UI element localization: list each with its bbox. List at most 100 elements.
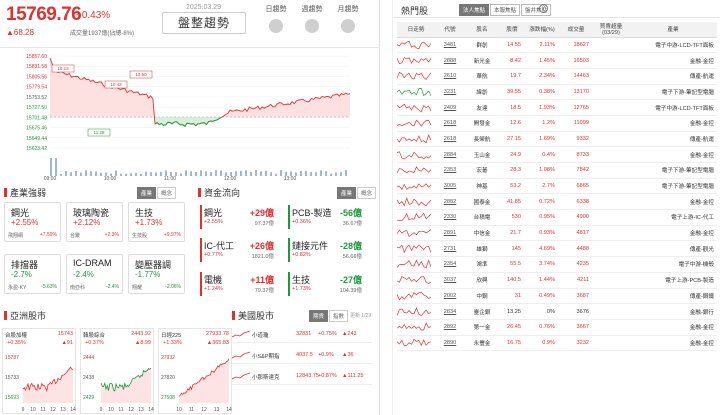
table-row[interactable]: 3481 群創 14.55 2.11% 18627 電子中游-LCD-TFT面板 [397, 37, 717, 54]
toggle-daily[interactable]: 日趨勢 [262, 4, 290, 33]
stock-name[interactable]: 中信金 [465, 225, 499, 242]
stock-code[interactable]: 3481 [435, 37, 465, 54]
column-header[interactable]: 日走勢 [397, 22, 435, 38]
column-header[interactable]: 成交量 [559, 22, 593, 38]
tab-institutional[interactable]: 法人焦點 [459, 4, 490, 16]
toggle-circle-icon[interactable] [305, 19, 319, 33]
column-header[interactable]: 買賣超量 (03/29) [593, 22, 629, 38]
table-row[interactable]: 2882 國泰金 41.85 0.72% 6338 金融-金控 [397, 193, 717, 211]
us-row[interactable]: 小道瓊 32831 +0.75% ▲243 [232, 326, 372, 343]
fund-card[interactable]: 生技 -27億 +1.73% 104.39億 [286, 272, 366, 303]
asia-chart[interactable]: 韓股綜合 2443.92 +0.37% ▲8.99 2444 2438 2429 9 10 11 1… [80, 328, 154, 414]
column-header[interactable]: 漲跌幅(%) [525, 22, 559, 38]
stock-name[interactable]: 欣興 [465, 272, 499, 289]
table-row[interactable]: 3005 神基 53.2 2.7% 6865 電子下游-筆記型電腦 [397, 178, 717, 195]
stock-name[interactable]: 國泰金 [465, 193, 499, 211]
stock-code[interactable]: 2731 [435, 240, 465, 258]
stock-name[interactable]: 開發金 [465, 115, 499, 132]
table-row[interactable]: 2618 開發金 12.6 1.2% 11099 金融-金控 [397, 115, 717, 132]
industry-tile[interactable]: 排擋器 -2.7% 永盈-KY -5.63% [4, 254, 61, 294]
help-icon[interactable]: ? [539, 4, 548, 13]
fund-card[interactable]: IC-代工 +26億 +0.77% 1821.0億 [198, 238, 278, 269]
table-row[interactable]: 2353 宏碁 28.3 1.08% 7842 電子下游-筆記型電腦 [397, 162, 717, 179]
stock-name[interactable]: 台積電 [465, 209, 499, 226]
stock-code[interactable]: 2892 [435, 319, 465, 336]
industry-tile[interactable]: 變壓器調 -1.77% 翔耀 -2.06% [128, 254, 185, 294]
stock-code[interactable]: 2834 [435, 303, 465, 320]
table-row[interactable]: 2409 友達 18.5 1.93% 12765 電子中游-LCD-TFT面板 [397, 99, 717, 116]
stock-name[interactable]: 第一金 [465, 319, 499, 336]
industry-tile[interactable]: 玻璃陶瓷 +2.12% 台聚 +2.3% [66, 202, 123, 242]
asia-chart[interactable]: 台股加權 15743 +0.35% ▲91 15787 15733 15693 9 10 11 12… [2, 328, 76, 414]
stock-name[interactable]: 鴻準 [465, 256, 499, 273]
fund-card[interactable]: 鋼光 +29億 +2.55% 97.37億 [198, 205, 278, 236]
industry-tile[interactable]: IC-DRAM -2.4% 南亞科 -2.4% [66, 254, 123, 294]
stock-name[interactable]: 中鋼 [465, 288, 499, 305]
industry-tile[interactable]: 鋼光 +2.55% 飛翔網 +7.59% [4, 202, 61, 242]
stock-code[interactable]: 2354 [435, 256, 465, 273]
us-row[interactable]: 小那斯達克 12843.75 +0.87% ▲111.25 [232, 368, 372, 385]
stock-name[interactable]: 友達 [465, 99, 499, 116]
table-row[interactable]: 2888 新光金 8.42 1.45% 16503 金融-金控 [397, 52, 717, 69]
table-row[interactable]: 2002 中鋼 31 0.49% 3687 傳產-鋼鐵 [397, 288, 717, 305]
table-row[interactable]: 3037 欣興 140.5 1.44% 4211 電子上游-PCB-製造 [397, 272, 717, 289]
stock-code[interactable]: 2884 [435, 146, 465, 163]
stock-code[interactable]: 2890 [435, 335, 465, 352]
stock-name[interactable]: 玉山金 [465, 146, 499, 163]
fund-card[interactable]: 鏈接元件 -28億 +0.82% 56.66億 [286, 238, 366, 269]
stock-code[interactable]: 2888 [435, 52, 465, 69]
tab-industry[interactable]: 產業 [337, 187, 357, 199]
tab-index[interactable]: 指數 [329, 310, 349, 322]
stock-name[interactable]: 群創 [465, 37, 499, 54]
column-header[interactable]: 股價 [499, 22, 525, 38]
table-row[interactable]: 2892 第一金 26.45 0.76% 3667 金融-金控 [397, 319, 717, 336]
stock-name[interactable]: 新光金 [465, 52, 499, 69]
fund-card[interactable]: 電機 +11億 +1.24% 79.37億 [198, 272, 278, 303]
tab-concept[interactable]: 概念 [357, 187, 377, 199]
table-row[interactable]: 2610 華航 19.7 2.34% 14463 傳產-航運 [397, 68, 717, 85]
stock-name[interactable]: 緯創 [465, 84, 499, 101]
stock-code[interactable]: 2330 [435, 209, 465, 226]
stock-code[interactable]: 2409 [435, 99, 465, 116]
us-row[interactable]: 小S&P期指 4037.5 +0.9% ▲36 [232, 347, 372, 364]
column-header[interactable]: 股名 [465, 22, 499, 38]
stock-code[interactable]: 3037 [435, 272, 465, 289]
toggle-circle-icon[interactable] [341, 19, 355, 33]
tab-industry[interactable]: 產業 [137, 187, 157, 199]
toggle-circle-icon[interactable] [269, 19, 283, 33]
tab-news[interactable]: 本報焦點 [490, 4, 521, 16]
asia-chart[interactable]: 日經225 27933.78 +1.33% ▲365.83 27932 27820 2750… [158, 328, 232, 414]
tab-concept[interactable]: 概念 [157, 187, 177, 199]
stock-name[interactable]: 雄獅 [465, 240, 499, 258]
stock-code[interactable]: 2610 [435, 68, 465, 85]
toggle-monthly[interactable]: 月趨勢 [334, 4, 362, 33]
table-row[interactable]: 2330 台積電 530 0.95% 4900 電子上游-IC-代工 [397, 209, 717, 226]
tab-futures[interactable]: 期貨 [309, 310, 329, 322]
stock-code[interactable]: 2353 [435, 162, 465, 179]
industry-tile[interactable]: 生技 +1.73% 生技股 +9.97% [128, 202, 185, 242]
table-row[interactable]: 2890 永豐金 16.75 0.9% 3232 金融-金控 [397, 335, 717, 352]
stock-code[interactable]: 2882 [435, 193, 465, 211]
table-row[interactable]: 2834 臺企銀 13.25 0% 3676 金融-銀行 [397, 303, 717, 320]
stock-code[interactable]: 2891 [435, 225, 465, 242]
table-row[interactable]: 3231 緯創 39.55 0.38% 13170 電子下游-筆記型電腦 [397, 84, 717, 101]
stock-code[interactable]: 2618 [435, 131, 465, 148]
column-header[interactable]: 產業 [629, 22, 717, 38]
stock-name[interactable]: 永豐金 [465, 335, 499, 352]
table-row[interactable]: 2731 雄獅 145 4.69% 4488 傳產-觀光 [397, 240, 717, 258]
toggle-weekly[interactable]: 週趨勢 [298, 4, 326, 33]
table-row[interactable]: 2618 長榮航 27.15 1.69% 9332 傳產-航運 [397, 131, 717, 148]
stock-code[interactable]: 2618 [435, 115, 465, 132]
stock-name[interactable]: 宏碁 [465, 162, 499, 179]
table-row[interactable]: 2891 中信金 21.7 0.93% 4817 金融-金控 [397, 225, 717, 242]
table-row[interactable]: 2884 玉山金 24.9 0.4% 8733 金融-金控 [397, 146, 717, 163]
stock-code[interactable]: 3231 [435, 84, 465, 101]
stock-name[interactable]: 臺企銀 [465, 303, 499, 320]
column-header[interactable]: 代號 [435, 22, 465, 38]
fund-card[interactable]: PCB-製造 -56億 +0.36% 36.67億 [286, 205, 366, 236]
stock-name[interactable]: 長榮航 [465, 131, 499, 148]
stock-code[interactable]: 2002 [435, 288, 465, 305]
stock-code[interactable]: 3005 [435, 178, 465, 195]
table-row[interactable]: 2354 鴻準 55.5 3.74% 4235 電子中游-機殼 [397, 256, 717, 273]
stock-name[interactable]: 華航 [465, 68, 499, 85]
